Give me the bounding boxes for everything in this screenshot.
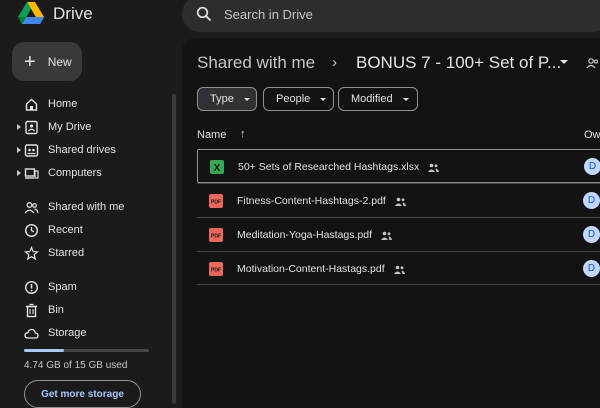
chevron-down-icon [402,97,409,101]
file-list: X 50+ Sets of Researched Hashtags.xlsx D… [197,149,600,285]
sidebar-item-shared-drives[interactable]: Shared drives [0,139,170,162]
app-name: Drive [53,4,93,23]
sidebar-item-label: Bin [48,304,64,316]
sort-arrow-icon[interactable]: ↑ [240,128,246,140]
filter-people-label: People [276,93,311,105]
file-name: Meditation-Yoga-Hastags.pdf [237,229,373,241]
sidebar-item-label: Storage [48,327,87,339]
expand-arrow-icon[interactable] [17,124,21,130]
column-header-owner[interactable]: Ow [584,129,600,141]
computers-icon [24,168,39,179]
sidebar-scrollbar[interactable] [172,94,176,404]
search-input[interactable] [224,6,524,22]
owner-avatar[interactable]: D [583,192,600,209]
sidebar-item-label: Shared with me [48,201,125,213]
excel-file-icon: X [210,160,224,174]
file-name: Motivation-Content-Hastags.pdf [237,263,385,275]
storage-progress-bar [24,349,149,352]
shared-icon [428,163,440,172]
shared-drives-icon [24,144,39,157]
filter-type-chip[interactable]: Type [197,87,257,111]
breadcrumb-separator: › [332,54,337,71]
breadcrumb-current[interactable]: BONUS 7 - 100+ Set of P... [356,53,561,73]
sidebar-item-label: Computers [48,167,102,179]
sidebar-item-label: Recent [48,224,83,236]
filter-people-chip[interactable]: People [263,87,334,111]
search-icon [196,6,212,22]
main-panel: Shared with me › BONUS 7 - 100+ Set of P… [182,38,600,408]
drive-logo-icon [18,2,44,24]
svg-text:X: X [214,163,221,174]
sidebar-item-recent[interactable]: Recent [0,219,170,242]
filter-modified-chip[interactable]: Modified [338,87,418,111]
column-header-name[interactable]: Name [197,129,226,141]
file-row[interactable]: PDF Meditation-Yoga-Hastags.pdf D [197,217,600,251]
sidebar-item-label: Spam [48,281,77,293]
sidebar-item-starred[interactable]: Starred [0,242,170,265]
sidebar-item-spam[interactable]: Spam [0,276,170,299]
pdf-file-icon: PDF [209,262,223,276]
owner-avatar[interactable]: D [583,226,600,243]
bin-icon [26,303,37,318]
pdf-file-icon: PDF [209,194,223,208]
expand-arrow-icon[interactable] [17,147,21,153]
search-bar[interactable] [182,0,600,32]
file-name: 50+ Sets of Researched Hashtags.xlsx [238,161,420,173]
cloud-icon [24,328,39,339]
chevron-down-icon [243,97,250,101]
star-icon [24,246,39,261]
new-button[interactable]: + New [12,42,82,81]
chevron-down-icon [320,97,327,101]
sidebar-item-computers[interactable]: Computers [0,162,170,185]
owner-avatar[interactable]: D [584,158,600,175]
shared-icon [394,197,406,206]
my-drive-icon [25,120,38,135]
sidebar-item-label: Home [48,98,78,110]
file-row[interactable]: PDF Fitness-Content-Hashtags-2.pdf D [197,183,600,217]
filter-modified-label: Modified [351,93,393,105]
sidebar-item-shared-with-me[interactable]: Shared with me [0,196,170,219]
sidebar-item-bin[interactable]: Bin [0,299,170,322]
svg-text:PDF: PDF [211,234,221,240]
file-name: Fitness-Content-Hashtags-2.pdf [237,195,386,207]
breadcrumb-parent[interactable]: Shared with me [197,53,315,73]
shared-icon [393,265,405,274]
storage-progress-fill [24,349,64,352]
svg-text:PDF: PDF [211,200,221,206]
spam-icon [24,280,39,295]
recent-icon [24,223,39,238]
owner-avatar[interactable]: D [583,260,600,277]
sidebar-item-my-drive[interactable]: My Drive [0,116,170,139]
shared-people-icon [586,58,599,69]
chevron-down-icon[interactable] [560,60,568,64]
plus-icon: + [24,50,36,73]
sidebar-item-label: Starred [48,247,85,259]
new-button-label: New [47,54,72,69]
storage-used-text: 4.74 GB of 15 GB used [24,360,128,371]
home-icon [25,98,38,111]
file-row[interactable]: X 50+ Sets of Researched Hashtags.xlsx D [197,149,600,183]
sidebar-item-label: My Drive [48,121,92,133]
filter-type-label: Type [210,93,234,105]
get-more-storage-button[interactable]: Get more storage [24,380,141,408]
shared-icon [380,231,392,240]
expand-arrow-icon[interactable] [17,170,21,176]
file-row[interactable]: PDF Motivation-Content-Hastags.pdf D [197,251,600,285]
sidebar-item-storage[interactable]: Storage [0,322,170,345]
sidebar-item-label: Shared drives [48,144,116,156]
pdf-file-icon: PDF [209,228,223,242]
drive-logo[interactable]: Drive [18,2,93,26]
svg-text:PDF: PDF [211,268,221,274]
shared-with-me-icon [24,202,39,214]
